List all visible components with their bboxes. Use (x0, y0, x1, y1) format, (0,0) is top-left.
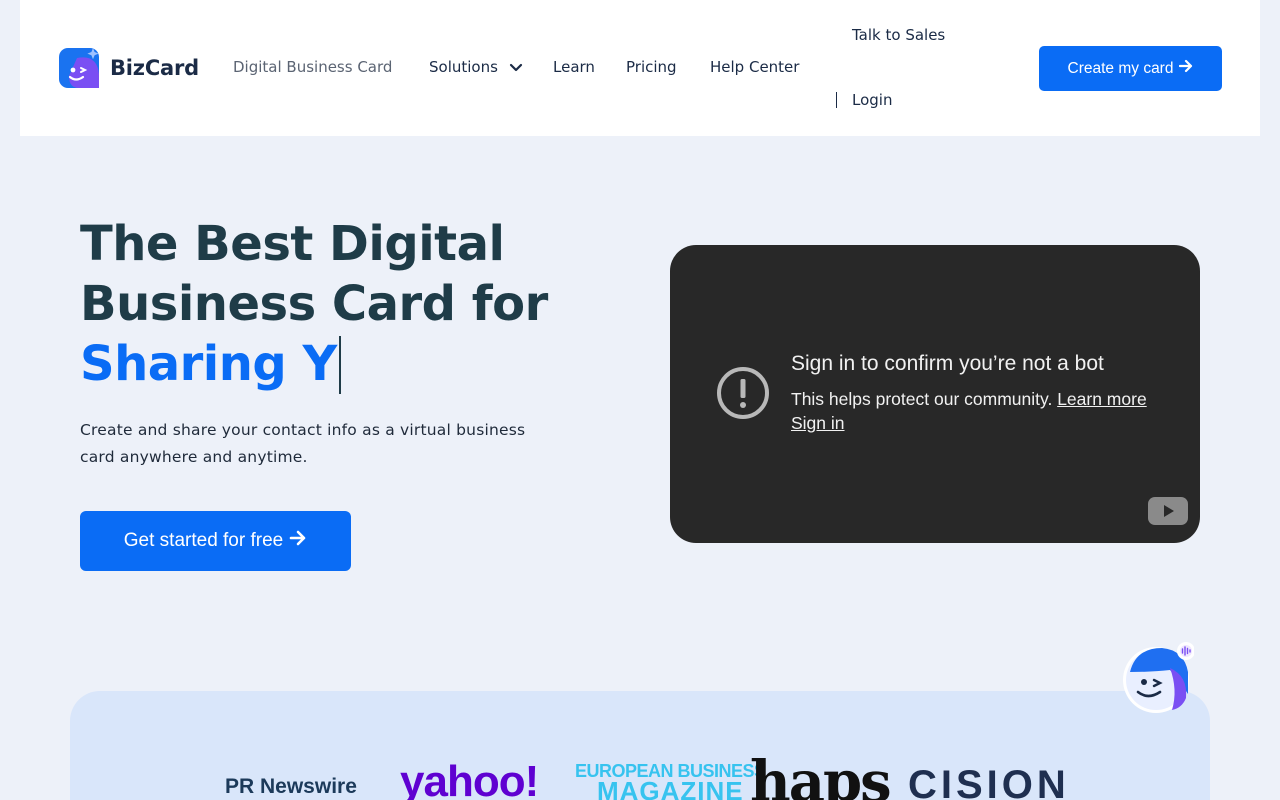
talk-to-sales-link[interactable]: Talk to Sales (852, 26, 945, 44)
hero-title-accent: Sharing Y (80, 336, 337, 392)
cision-logo: CISION (908, 763, 1070, 800)
get-started-label: Get started for free (123, 530, 284, 551)
get-started-button[interactable]: Get started for free (80, 511, 351, 571)
hero-subtitle: Create and share your contact info as a … (80, 421, 526, 466)
nav-help-center[interactable]: Help Center (710, 58, 799, 76)
video-message-text: This helps protect our community. (791, 389, 1053, 409)
create-my-card-label: Create my card (1067, 59, 1174, 77)
prnewswire-text: PR Newswire (225, 775, 357, 798)
bizcard-logo-icon (59, 46, 103, 90)
european-business-magazine-logo: EUROPEAN BUSINESS MAGAZINE (575, 761, 766, 800)
video-message: This helps protect our community. Learn … (791, 387, 1171, 435)
alert-circle-icon (716, 366, 770, 424)
chevron-down-icon (509, 59, 523, 77)
hero-title-line1: The Best Digital (80, 216, 505, 272)
brand-logo-link[interactable]: BizCard (59, 46, 199, 90)
press-logos-strip: PR Newswire yahoo! EUROPEAN BUSINESS MAG… (70, 691, 1210, 800)
arrow-right-icon (289, 529, 307, 553)
create-my-card-button[interactable]: Create my card (1039, 46, 1222, 91)
prnewswire-logo: PR Newswire (225, 775, 357, 799)
nav-learn[interactable]: Learn (553, 58, 595, 76)
chat-avatar-icon (1123, 642, 1195, 713)
site-header: BizCard Digital Business Card Solutions … (0, 0, 1280, 136)
hero-title: The Best Digital Business Card for Shari… (80, 214, 640, 394)
hero-title-line2: Business Card for (80, 276, 548, 332)
chat-assistant-button[interactable] (1122, 642, 1195, 714)
haps-logo: haps (750, 749, 892, 800)
login-group: Login (836, 91, 892, 109)
arrow-right-icon (1179, 59, 1193, 78)
typing-caret (338, 336, 341, 394)
video-embed[interactable]: Sign in to confirm you’re not a bot This… (670, 245, 1200, 543)
youtube-icon[interactable] (1148, 497, 1188, 529)
nav-pricing[interactable]: Pricing (626, 58, 677, 76)
sign-in-link[interactable]: Sign in (791, 413, 845, 433)
video-title: Sign in to confirm you’re not a bot (791, 352, 1104, 375)
nav-digital-business-card[interactable]: Digital Business Card (233, 58, 392, 76)
login-link[interactable]: Login (852, 91, 892, 109)
header-bar: BizCard Digital Business Card Solutions … (20, 0, 1260, 136)
learn-more-link[interactable]: Learn more (1057, 389, 1147, 409)
brand-name: BizCard (110, 56, 199, 80)
yahoo-logo: yahoo! (400, 757, 539, 800)
nav-solutions-label: Solutions (429, 58, 498, 76)
ebm-line2: MAGAZINE (596, 776, 744, 800)
nav-solutions[interactable]: Solutions (429, 58, 523, 77)
login-divider (836, 92, 837, 108)
